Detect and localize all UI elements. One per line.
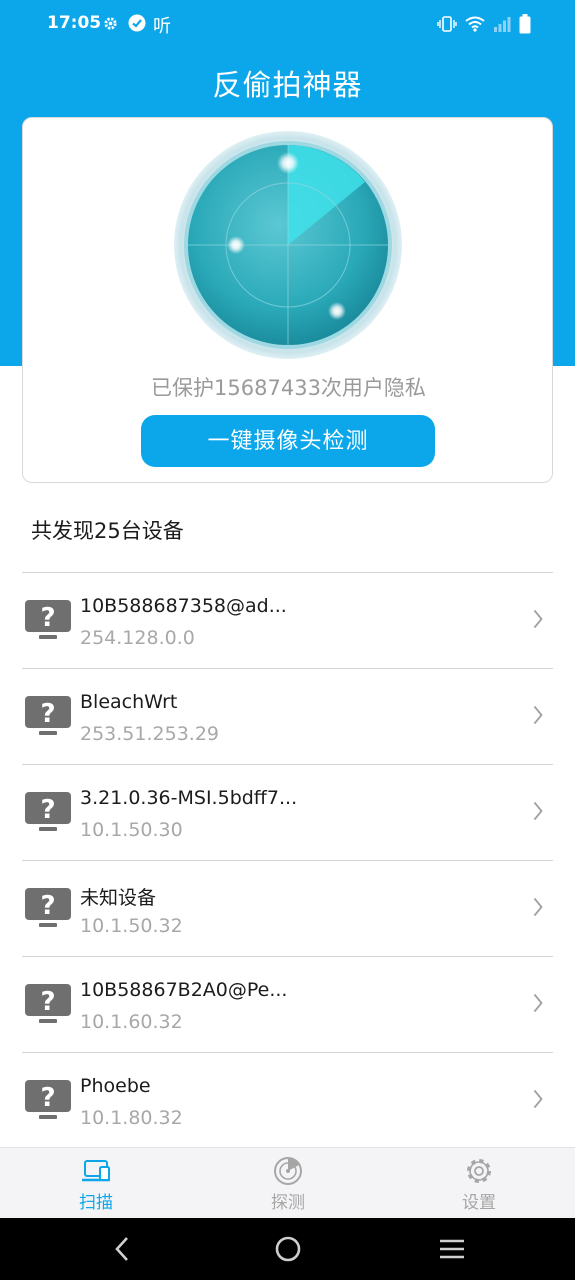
chevron-right-icon (533, 609, 543, 633)
device-ip: 10.1.50.32 (80, 915, 183, 937)
app-title: 反偷拍神器 (212, 68, 363, 102)
wifi-icon (465, 16, 485, 36)
unknown-device-icon: ? (25, 1080, 71, 1126)
list-item[interactable]: ? Phoebe 10.1.80.32 (22, 1052, 553, 1148)
tab-detect[interactable]: 探测 (238, 1156, 338, 1213)
device-ip: 10.1.50.30 (80, 819, 183, 841)
devices-found-title: 共发现25台设备 (31, 519, 184, 543)
device-name: BleachWrt (80, 691, 178, 713)
tab-label: 探测 (271, 1193, 305, 1213)
radar-icon (238, 1156, 338, 1186)
device-ip: 254.128.0.0 (80, 627, 195, 649)
gear-icon (429, 1156, 529, 1186)
list-item[interactable]: ? BleachWrt 253.51.253.29 (22, 668, 553, 764)
chevron-right-icon (533, 801, 543, 825)
signal-icon (493, 16, 511, 36)
device-ip: 10.1.60.32 (80, 1011, 183, 1033)
device-ip: 253.51.253.29 (80, 723, 220, 745)
home-icon[interactable] (274, 1235, 302, 1267)
status-time: 17:05 (47, 13, 102, 33)
unknown-device-icon: ? (25, 984, 71, 1030)
listen-icon: 听 (153, 16, 171, 37)
chevron-right-icon (533, 1089, 543, 1113)
laptop-icon (46, 1156, 146, 1186)
device-ip: 10.1.80.32 (80, 1107, 183, 1129)
device-list: ? 10B588687358@ad... 254.128.0.0 ? Bleac… (22, 572, 553, 1148)
scan-card: 已保护15687433次用户隐私 一键摄像头检测 (22, 117, 553, 483)
chevron-right-icon (533, 993, 543, 1017)
recents-menu-icon[interactable] (438, 1235, 466, 1267)
list-item[interactable]: ? 10B58867B2A0@Pe... 10.1.60.32 (22, 956, 553, 1052)
unknown-device-icon: ? (25, 600, 71, 646)
tab-label: 扫描 (79, 1193, 113, 1213)
svg-text:?: ? (40, 795, 55, 825)
svg-text:?: ? (40, 891, 55, 921)
unknown-device-icon: ? (25, 888, 71, 934)
tab-settings[interactable]: 设置 (429, 1156, 529, 1213)
battery-icon (519, 14, 531, 38)
svg-text:?: ? (40, 603, 55, 633)
unknown-device-icon: ? (25, 696, 71, 742)
device-name: Phoebe (80, 1075, 151, 1097)
system-nav-bar (0, 1218, 575, 1280)
device-name: 10B588687358@ad... (80, 595, 287, 617)
one-key-scan-button[interactable]: 一键摄像头检测 (141, 415, 435, 467)
list-item[interactable]: ? 未知设备 10.1.50.32 (22, 860, 553, 956)
svg-text:?: ? (40, 699, 55, 729)
bottom-tab-bar: 扫描 探测 设置 (0, 1147, 575, 1218)
unknown-device-icon: ? (25, 792, 71, 838)
list-item[interactable]: ? 10B588687358@ad... 254.128.0.0 (22, 572, 553, 668)
tab-label: 设置 (462, 1193, 496, 1213)
list-item[interactable]: ? 3.21.0.36-MSI.5bdff7... 10.1.50.30 (22, 764, 553, 860)
vibrate-icon (437, 16, 457, 36)
radar-graphic (173, 130, 403, 360)
chevron-right-icon (533, 897, 543, 921)
svg-text:?: ? (40, 987, 55, 1017)
device-name: 未知设备 (80, 887, 157, 909)
check-circle-icon (128, 14, 146, 36)
back-icon[interactable] (112, 1235, 132, 1267)
tab-scan[interactable]: 扫描 (46, 1156, 146, 1213)
gear-icon (103, 16, 118, 35)
protect-count-text: 已保护15687433次用户隐私 (151, 376, 426, 400)
device-name: 3.21.0.36-MSI.5bdff7... (80, 787, 298, 809)
device-name: 10B58867B2A0@Pe... (80, 979, 288, 1001)
svg-text:?: ? (40, 1083, 55, 1113)
status-bar: 17:05 听 (0, 0, 575, 48)
chevron-right-icon (533, 705, 543, 729)
